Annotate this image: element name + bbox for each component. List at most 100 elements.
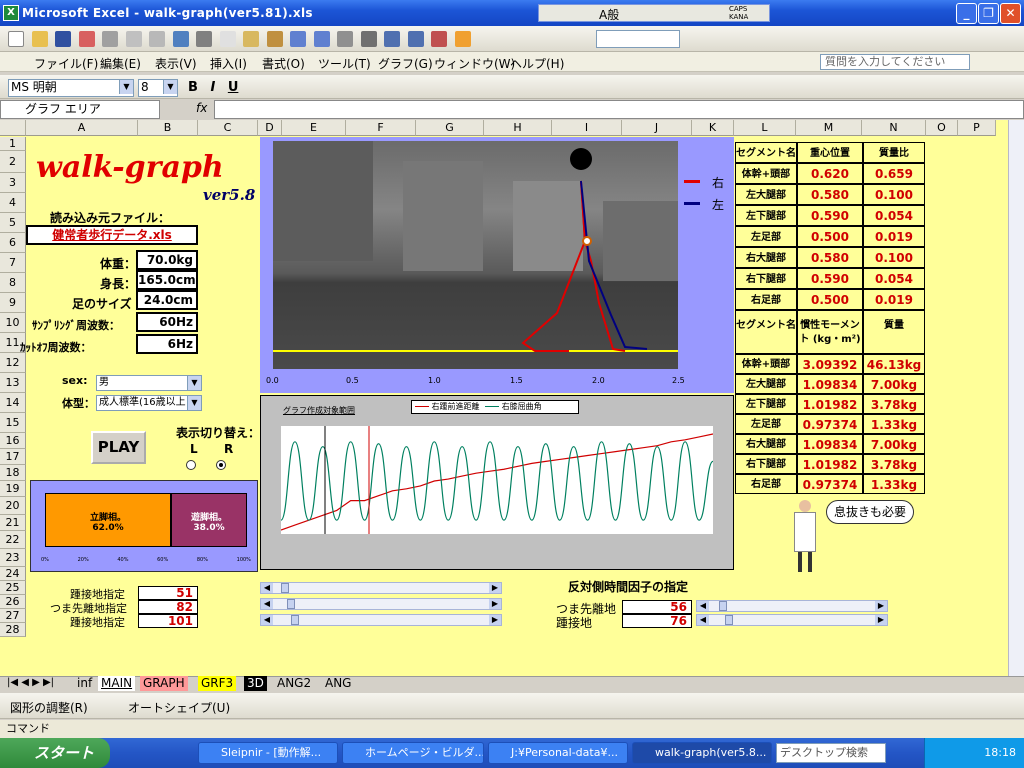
desktop-search-input[interactable]: デスクトップ検索 (776, 743, 886, 763)
opp-toe-off-value[interactable]: 56 (622, 600, 692, 614)
chevron-right-icon[interactable]: ▶ (875, 615, 887, 625)
column-header[interactable]: A (26, 120, 138, 136)
chevron-down-icon[interactable]: ▼ (187, 396, 201, 410)
row-header[interactable]: 6 (0, 233, 26, 253)
sampling-value[interactable]: 60Hz (136, 312, 198, 332)
row-header[interactable]: 1 (0, 137, 26, 151)
excel-app-icon[interactable]: X (3, 5, 19, 21)
scroll-thumb[interactable] (725, 615, 733, 625)
sort-asc-icon[interactable] (384, 31, 400, 47)
scroll-thumb[interactable] (287, 599, 295, 609)
heel-strike-2-value[interactable]: 101 (138, 614, 198, 628)
task-excel[interactable]: walk-graph(ver5.8... (632, 742, 772, 764)
frame-scrollbar-3[interactable]: ◀ ▶ (260, 614, 502, 626)
autoshape-menu[interactable]: オートシェイプ(U) (128, 699, 230, 716)
hyperlink-icon[interactable] (337, 31, 353, 47)
font-name-select[interactable]: MS 明朝 ▼ (8, 79, 134, 97)
chevron-down-icon[interactable]: ▼ (163, 80, 177, 94)
scroll-thumb[interactable] (291, 615, 299, 625)
chevron-left-icon[interactable]: ◀ (697, 601, 709, 611)
row-header[interactable]: 15 (0, 413, 26, 433)
font-size-select[interactable]: 8 ▼ (138, 79, 178, 97)
tab-3d[interactable]: 3D (244, 676, 267, 691)
print-icon[interactable] (102, 31, 118, 47)
menu-file[interactable]: ファイル(F) (34, 55, 98, 72)
chevron-left-icon[interactable]: ◀ (261, 599, 273, 609)
drawing-icon[interactable] (454, 31, 471, 47)
menu-format[interactable]: 書式(O) (262, 55, 305, 72)
research-icon[interactable] (149, 31, 165, 47)
redo-icon[interactable] (313, 31, 330, 47)
menu-window[interactable]: ウィンドウ(W) (434, 55, 515, 72)
row-header[interactable]: 22 (0, 531, 26, 549)
minimize-button[interactable]: _ (956, 3, 977, 24)
chevron-right-icon[interactable]: ▶ (489, 599, 501, 609)
row-header[interactable]: 7 (0, 253, 26, 273)
row-header[interactable]: 14 (0, 393, 26, 413)
menu-chart[interactable]: グラフ(G) (378, 55, 433, 72)
chevron-down-icon[interactable]: ▼ (187, 376, 201, 390)
radio-L[interactable] (186, 460, 196, 470)
column-header[interactable]: J (622, 120, 692, 136)
row-header[interactable]: 21 (0, 515, 26, 531)
body-type-select[interactable]: 成人標準(16歳以上 ▼ (96, 395, 202, 411)
row-header[interactable]: 2 (0, 151, 26, 173)
opp-heel-strike-value[interactable]: 76 (622, 614, 692, 628)
tab-ang[interactable]: ANG (322, 676, 354, 691)
row-header[interactable]: 28 (0, 623, 26, 637)
language-bar[interactable]: A般 CAPS KANA (538, 4, 770, 22)
column-header[interactable]: E (282, 120, 346, 136)
row-header[interactable]: 12 (0, 353, 26, 373)
foot-size-value[interactable]: 24.0cm (136, 290, 198, 310)
italic-button[interactable]: I (210, 80, 215, 95)
task-sleipnir[interactable]: Sleipnir - [動作解... (198, 742, 338, 764)
select-all-corner[interactable] (0, 120, 26, 136)
row-header[interactable]: 16 (0, 433, 26, 449)
chevron-left-icon[interactable]: ◀ (261, 615, 273, 625)
save-icon[interactable] (55, 31, 71, 47)
task-explorer[interactable]: J:¥Personal-data¥... (488, 742, 628, 764)
row-header[interactable]: 9 (0, 293, 26, 313)
gait-phase-chart[interactable]: 立脚相。 62.0% 遊脚相。 38.0% 0% 20% 40% 60% 80% 100% (30, 480, 258, 572)
toe-off-value[interactable]: 82 (138, 600, 198, 614)
line-graph-panel[interactable]: グラフ作成対象範囲 右踵前進距離 右膝屈曲角 (260, 395, 734, 570)
tab-grf3[interactable]: GRF3 (198, 676, 237, 691)
scroll-thumb[interactable] (719, 601, 727, 611)
row-header[interactable]: 25 (0, 581, 26, 595)
row-header[interactable]: 26 (0, 595, 26, 609)
menu-insert[interactable]: 挿入(I) (210, 55, 247, 72)
row-header[interactable]: 23 (0, 549, 26, 567)
scroll-thumb[interactable] (281, 583, 289, 593)
radio-R[interactable] (216, 460, 226, 470)
vertical-scrollbar[interactable] (1008, 120, 1024, 676)
menu-help[interactable]: ヘルプ(H) (510, 55, 564, 72)
underline-button[interactable]: U (228, 80, 239, 95)
chevron-right-icon[interactable]: ▶ (489, 615, 501, 625)
column-header[interactable]: N (862, 120, 926, 136)
row-header[interactable]: 24 (0, 567, 26, 581)
tab-nav-arrows[interactable]: |◀ ◀ ▶ ▶| (4, 676, 57, 691)
row-header[interactable]: 17 (0, 449, 26, 465)
column-header[interactable]: D (258, 120, 282, 136)
name-box[interactable]: グラフ エリア (0, 100, 160, 119)
column-header[interactable]: G (416, 120, 484, 136)
sort-desc-icon[interactable] (407, 31, 424, 47)
menu-edit[interactable]: 編集(E) (100, 55, 141, 72)
zoom-select[interactable] (596, 30, 680, 48)
tab-graph[interactable]: GRAPH (140, 676, 188, 691)
opp-scrollbar-2[interactable]: ◀ ▶ (696, 614, 888, 626)
opp-scrollbar-1[interactable]: ◀ ▶ (696, 600, 888, 612)
tab-ang2[interactable]: ANG2 (274, 676, 314, 691)
column-header[interactable]: C (198, 120, 258, 136)
column-header[interactable]: H (484, 120, 552, 136)
frame-scrollbar-2[interactable]: ◀ ▶ (260, 598, 502, 610)
open-folder-icon[interactable] (31, 31, 48, 47)
ime-mode[interactable]: A般 (599, 6, 619, 23)
task-homepage-builder[interactable]: ホームページ・ビルダ... (342, 742, 484, 764)
row-header[interactable]: 10 (0, 313, 26, 333)
row-header[interactable]: 5 (0, 213, 26, 233)
height-value[interactable]: 165.0cm (136, 270, 198, 290)
column-header[interactable]: M (796, 120, 862, 136)
format-painter-icon[interactable] (266, 31, 283, 47)
new-file-icon[interactable] (8, 31, 24, 47)
